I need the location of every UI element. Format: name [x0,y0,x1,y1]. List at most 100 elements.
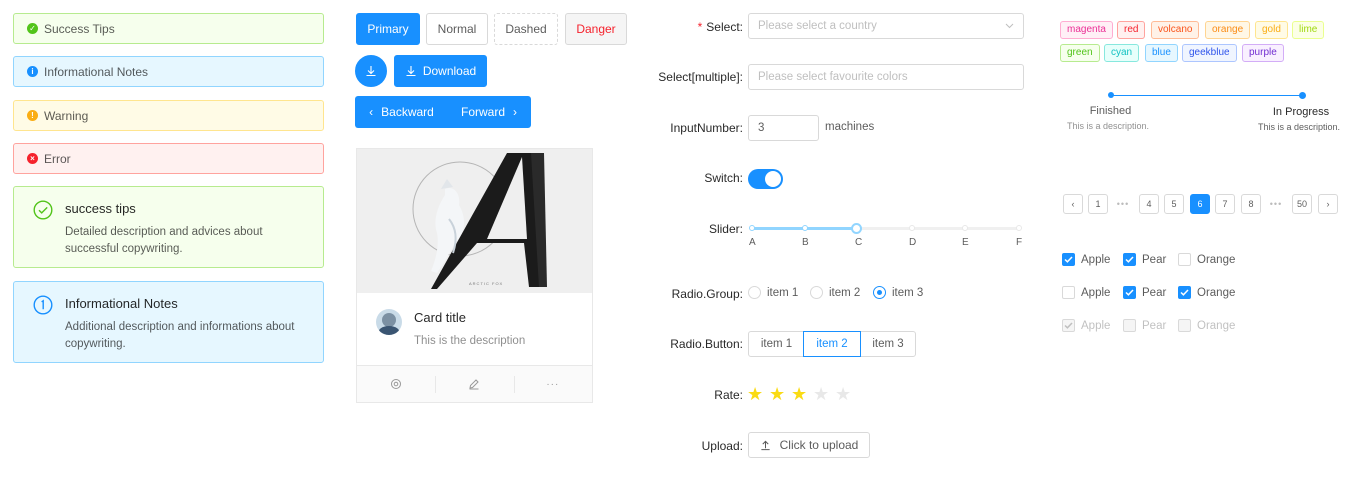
forward-button[interactable]: Forward › [447,96,531,128]
checkbox-apple[interactable]: Apple [1062,253,1110,266]
radio-item-1[interactable]: item 1 [748,286,798,299]
setting-icon [391,379,402,389]
card-actions: ··· [357,365,592,402]
select-placeholder: Please select a country [758,20,877,32]
check-icon [1123,253,1136,266]
pagination-next[interactable]: › [1318,194,1338,214]
tag-green: green [1060,44,1100,62]
machines-input-number[interactable]: 3 [748,115,819,141]
slider-handle[interactable] [851,223,862,234]
alert-description-line: successful copywriting. [65,243,183,255]
pagination-page[interactable]: 50 [1292,194,1312,214]
check-circle-outline-icon [33,200,53,220]
checkbox-pear[interactable]: Pear [1123,253,1166,266]
radio-item-3[interactable]: item 3 [873,286,923,299]
alert-success-description: success tips Detailed description and ad… [13,186,324,268]
setting-action[interactable] [357,366,435,402]
check-icon [1062,319,1075,332]
chevron-left-icon: ‹ [1071,199,1075,209]
checkbox-orange[interactable]: Orange [1178,253,1235,266]
card-cover-image: ARCTIC FOX [357,149,592,293]
alert-warning-text: Warning [44,108,89,123]
switch-label: Switch: [704,171,743,185]
multi-select-label: Select[multiple]: [658,70,743,84]
slider-mark: C [855,237,863,248]
avatar [376,309,402,335]
pagination-page-current[interactable]: 6 [1190,194,1210,214]
pagination-ellipsis[interactable]: ••• [1113,194,1133,214]
slider-dot [802,225,808,231]
tag-magenta: magenta [1060,21,1113,39]
pagination-page[interactable]: 5 [1164,194,1184,214]
download-button[interactable]: Download [394,55,487,87]
upload-button-label: Click to upload [779,438,859,452]
normal-button[interactable]: Normal [426,13,488,45]
alert-info-description: Informational Notes Additional descripti… [13,281,324,363]
primary-button[interactable]: Primary [356,13,420,45]
check-icon [1123,286,1136,299]
alert-title: success tips [65,201,136,216]
upload-icon [761,440,770,450]
edit-action[interactable] [435,366,513,402]
chevron-left-icon: ‹ [369,105,374,119]
star-icon[interactable]: ★ [813,384,829,405]
alert-error: × Error [13,143,324,174]
star-icon[interactable]: ★ [769,384,785,405]
download-icon [406,66,416,77]
alert-success-text: Success Tips [44,21,115,36]
dashed-button[interactable]: Dashed [494,13,558,45]
step-dot-in-progress [1299,92,1306,99]
radio-item-2[interactable]: item 2 [810,286,860,299]
radio-button-item-2[interactable]: item 2 [803,331,861,357]
tag-lime: lime [1292,21,1325,39]
pagination-page[interactable]: 7 [1215,194,1235,214]
pagination-prev[interactable]: ‹ [1063,194,1083,214]
slider-dot [1016,225,1022,231]
info-circle-outline-icon [33,295,53,315]
check-icon [1062,253,1075,266]
colors-multi-select[interactable]: Please select favourite colors [748,64,1024,90]
switch-toggle[interactable] [748,169,783,189]
slider-mark: B [802,237,809,248]
country-select[interactable]: Please select a country [748,13,1024,39]
checkbox-apple[interactable]: Apple [1062,286,1110,299]
radio-button-item-3[interactable]: item 3 [860,331,916,357]
download-icon [366,66,376,77]
radio-button-item-1[interactable]: item 1 [748,331,805,357]
checkbox-pear[interactable]: Pear [1123,286,1166,299]
alert-description-line: Detailed description and advices about [65,226,263,238]
info-circle-icon: i [27,66,38,77]
edit-icon [469,379,480,390]
checkbox-apple-disabled: Apple [1062,319,1110,332]
star-icon[interactable]: ★ [747,384,763,405]
step-title-finished: Finished [1089,105,1132,117]
download-icon-button[interactable] [355,55,387,87]
chevron-right-icon: › [1326,199,1330,209]
more-action[interactable]: ··· [513,366,592,402]
alert-description-line: Additional description and informations … [65,321,295,333]
pagination-ellipsis[interactable]: ••• [1266,194,1286,214]
backward-button[interactable]: ‹ Backward [355,96,448,128]
download-label: Download [422,64,477,78]
upload-label: Upload: [701,439,743,453]
multi-select-placeholder: Please select favourite colors [758,71,908,83]
step-description: This is a description. [1257,122,1341,132]
check-icon [1178,286,1191,299]
tag-blue: blue [1145,44,1178,62]
alert-warning: ! Warning [13,100,324,131]
slider-dot [909,225,915,231]
select-label: * Select: [697,20,743,34]
star-icon[interactable]: ★ [835,384,851,405]
step-description: This is a description. [1066,121,1150,131]
danger-button[interactable]: Danger [565,13,627,45]
alert-info: i Informational Notes [13,56,324,87]
pagination-page[interactable]: 1 [1088,194,1108,214]
alert-title: Informational Notes [65,296,178,311]
star-icon[interactable]: ★ [791,384,807,405]
checkbox-orange[interactable]: Orange [1178,286,1235,299]
tag-cyan: cyan [1104,44,1140,62]
slider-dot [749,225,755,231]
pagination-page[interactable]: 8 [1241,194,1261,214]
pagination-page[interactable]: 4 [1139,194,1159,214]
upload-button[interactable]: Click to upload [748,432,870,458]
